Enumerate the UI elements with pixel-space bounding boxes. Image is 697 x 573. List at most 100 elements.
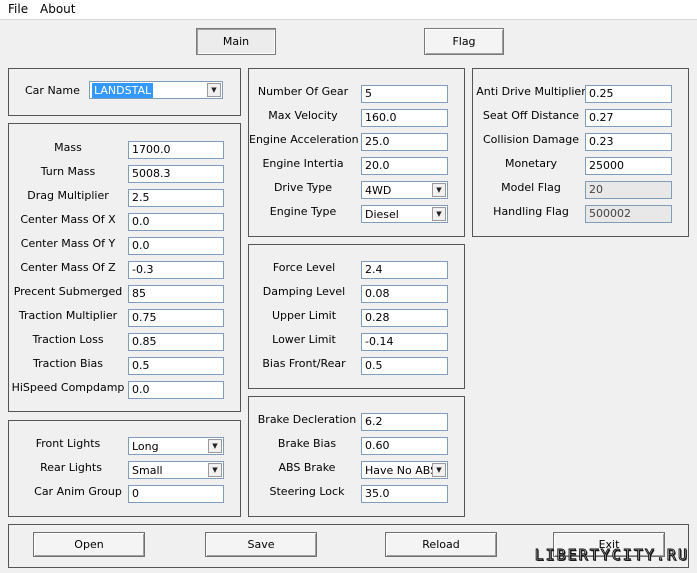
abs-brake-label: ABS Brake (278, 461, 336, 474)
menu-file[interactable]: File (6, 2, 30, 16)
monetary-label: Monetary (504, 157, 558, 170)
chevron-down-icon: ▼ (211, 85, 217, 94)
drive-type-label: Drive Type (273, 181, 333, 194)
force-level-field[interactable]: 2.4 (361, 261, 448, 279)
collision-damage-field[interactable]: 0.23 (585, 133, 672, 151)
abs-brake-value: Have No ABS (365, 464, 438, 477)
engine-inertia-label: Engine Intertia (262, 157, 344, 170)
tab-main[interactable]: Main (196, 28, 276, 55)
drive-type-value: 4WD (365, 184, 392, 197)
front-lights-dropdown-button[interactable]: ▼ (208, 439, 222, 453)
percent-submerged-field[interactable]: 85 (128, 285, 224, 303)
model-flag-field: 20 (585, 181, 672, 199)
seat-off-distance-field[interactable]: 0.27 (585, 109, 672, 127)
damping-level-label: Damping Level (262, 285, 346, 298)
center-mass-y-label: Center Mass Of Y (20, 237, 116, 250)
number-of-gear-label: Number Of Gear (257, 85, 349, 98)
center-mass-z-label: Center Mass Of Z (20, 261, 116, 274)
engine-type-dropdown-button[interactable]: ▼ (432, 207, 446, 221)
lower-limit-field[interactable]: -0.14 (361, 333, 448, 351)
center-mass-z-field[interactable]: -0.3 (128, 261, 224, 279)
engine-acceleration-field[interactable]: 25.0 (361, 133, 448, 151)
traction-multiplier-field[interactable]: 0.75 (128, 309, 224, 327)
front-lights-label: Front Lights (35, 437, 101, 450)
car-anim-group-label: Car Anim Group (34, 485, 122, 498)
engine-inertia-field[interactable]: 20.0 (361, 157, 448, 175)
turn-mass-label: Turn Mass (40, 165, 96, 178)
brake-deceleration-field[interactable]: 6.2 (361, 413, 448, 431)
handling-flag-label: Handling Flag (493, 205, 569, 218)
mass-label: Mass (54, 141, 82, 154)
suspension-group: Force Level 2.4 Damping Level 0.08 Upper… (248, 244, 465, 389)
mass-field[interactable]: 1700.0 (128, 141, 224, 159)
front-lights-select[interactable]: Long ▼ (128, 437, 224, 455)
center-mass-x-field[interactable]: 0.0 (128, 213, 224, 231)
front-lights-value: Long (132, 440, 159, 453)
traction-multiplier-label: Traction Multiplier (18, 309, 118, 322)
engine-acceleration-label: Engine Acceleration (249, 133, 359, 146)
car-name-label: Car Name (25, 84, 80, 97)
chevron-down-icon: ▼ (436, 465, 442, 474)
steering-lock-label: Steering Lock (269, 485, 345, 498)
drag-multiplier-field[interactable]: 2.5 (128, 189, 224, 207)
menu-about[interactable]: About (38, 2, 77, 16)
reload-button[interactable]: Reload (385, 532, 497, 557)
brake-deceleration-label: Brake Decleration (257, 413, 357, 426)
rear-lights-value: Small (132, 464, 163, 477)
anti-drive-multiplier-field[interactable]: 0.25 (585, 85, 672, 103)
max-velocity-field[interactable]: 160.0 (361, 109, 448, 127)
drive-type-select[interactable]: 4WD ▼ (361, 181, 448, 199)
menu-bar: File About (0, 0, 697, 20)
car-name-group: Car Name LANDSTAL ▼ (8, 68, 241, 116)
traction-bias-field[interactable]: 0.5 (128, 357, 224, 375)
engine-type-value: Diesel (365, 208, 399, 221)
collision-damage-label: Collision Damage (483, 133, 579, 146)
chevron-down-icon: ▼ (212, 465, 218, 474)
percent-submerged-label: Precent Submerged (13, 285, 123, 298)
monetary-field[interactable]: 25000 (585, 157, 672, 175)
brakes-group: Brake Decleration 6.2 Brake Bias 0.60 AB… (248, 396, 465, 517)
hispeed-compdamp-label: HiSpeed Compdamp (11, 381, 125, 394)
upper-limit-label: Upper Limit (271, 309, 337, 322)
rear-lights-label: Rear Lights (40, 461, 102, 474)
car-name-select[interactable]: LANDSTAL ▼ (89, 81, 223, 99)
handling-flag-field: 500002 (585, 205, 672, 223)
number-of-gear-field[interactable]: 5 (361, 85, 448, 103)
hispeed-compdamp-field[interactable]: 0.0 (128, 381, 224, 399)
engine-type-select[interactable]: Diesel ▼ (361, 205, 448, 223)
center-mass-y-field[interactable]: 0.0 (128, 237, 224, 255)
site-watermark: LIBERTYCITY.RU (534, 546, 689, 565)
brake-bias-label: Brake Bias (277, 437, 337, 450)
seat-off-distance-label: Seat Off Distance (482, 109, 580, 122)
misc-group: Anti Drive Multiplier 0.25 Seat Off Dist… (472, 68, 689, 237)
abs-brake-select[interactable]: Have No ABS ▼ (361, 461, 448, 479)
bias-front-rear-field[interactable]: 0.5 (361, 357, 448, 375)
open-button[interactable]: Open (33, 532, 145, 557)
drive-type-dropdown-button[interactable]: ▼ (432, 183, 446, 197)
rear-lights-dropdown-button[interactable]: ▼ (208, 463, 222, 477)
abs-brake-dropdown-button[interactable]: ▼ (432, 463, 446, 477)
brake-bias-field[interactable]: 0.60 (361, 437, 448, 455)
model-flag-label: Model Flag (501, 181, 561, 194)
tab-flag[interactable]: Flag (424, 28, 504, 55)
anti-drive-multiplier-label: Anti Drive Multiplier (476, 85, 586, 98)
car-name-dropdown-button[interactable]: ▼ (207, 83, 221, 97)
save-button[interactable]: Save (205, 532, 317, 557)
traction-loss-label: Traction Loss (32, 333, 104, 346)
upper-limit-field[interactable]: 0.28 (361, 309, 448, 327)
editor-window: Main Flag Car Name LANDSTAL ▼ Mass 1700.… (0, 20, 697, 573)
steering-lock-field[interactable]: 35.0 (361, 485, 448, 503)
lower-limit-label: Lower Limit (272, 333, 336, 346)
traction-bias-label: Traction Bias (32, 357, 104, 370)
max-velocity-label: Max Velocity (268, 109, 338, 122)
turn-mass-field[interactable]: 5008.3 (128, 165, 224, 183)
bias-front-rear-label: Bias Front/Rear (262, 357, 346, 370)
chevron-down-icon: ▼ (212, 441, 218, 450)
drag-multiplier-label: Drag Multiplier (27, 189, 109, 202)
damping-level-field[interactable]: 0.08 (361, 285, 448, 303)
traction-loss-field[interactable]: 0.85 (128, 333, 224, 351)
engine-type-label: Engine Type (269, 205, 337, 218)
rear-lights-select[interactable]: Small ▼ (128, 461, 224, 479)
physics-group: Mass 1700.0 Turn Mass 5008.3 Drag Multip… (8, 123, 241, 412)
car-anim-group-field[interactable]: 0 (128, 485, 224, 503)
